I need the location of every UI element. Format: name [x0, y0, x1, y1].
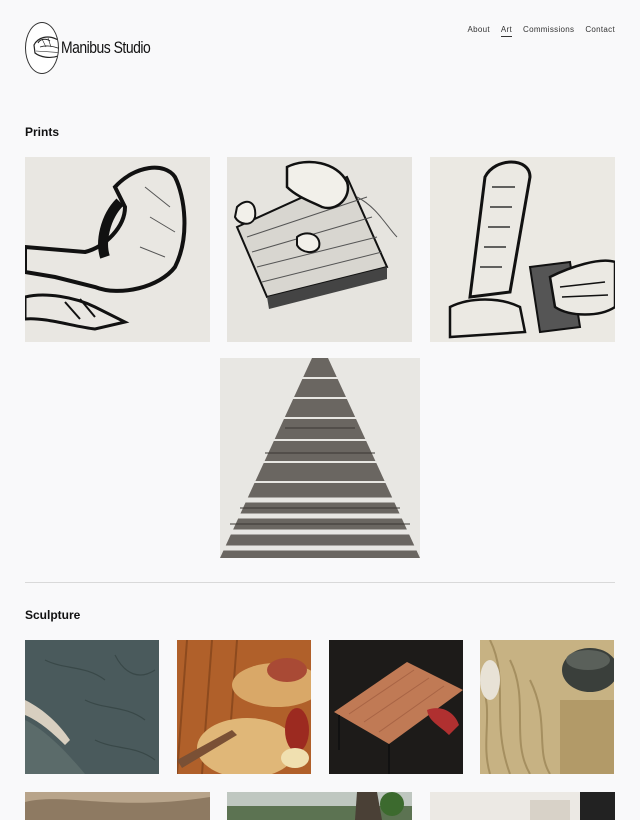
- section-title-sculpture: Sculpture: [25, 608, 81, 622]
- nav-art[interactable]: Art: [500, 25, 513, 37]
- section-divider: [25, 582, 615, 583]
- sculpture-thumbnail[interactable]: [177, 640, 311, 774]
- sculpture-thumbnail[interactable]: [329, 640, 463, 774]
- sculpture-thumbnail[interactable]: [227, 792, 412, 820]
- print-thumbnail[interactable]: [25, 157, 210, 342]
- hand-logo-icon: [25, 22, 60, 74]
- main-navigation: About Art Commissions Contact: [467, 25, 615, 37]
- nav-contact[interactable]: Contact: [585, 25, 615, 37]
- sculpture-thumbnail[interactable]: [25, 640, 159, 774]
- site-title: Manibus Studio: [61, 38, 151, 57]
- sculpture-thumbnail[interactable]: [430, 792, 615, 820]
- nav-about[interactable]: About: [467, 25, 489, 37]
- print-thumbnail[interactable]: [227, 157, 412, 342]
- print-thumbnail[interactable]: [220, 358, 420, 558]
- section-title-prints: Prints: [25, 125, 60, 139]
- nav-commissions[interactable]: Commissions: [523, 25, 574, 37]
- sculpture-thumbnail[interactable]: [480, 640, 614, 774]
- print-thumbnail[interactable]: [430, 157, 615, 342]
- sculpture-thumbnail[interactable]: [25, 792, 210, 820]
- site-logo[interactable]: Manibus Studio: [25, 20, 170, 76]
